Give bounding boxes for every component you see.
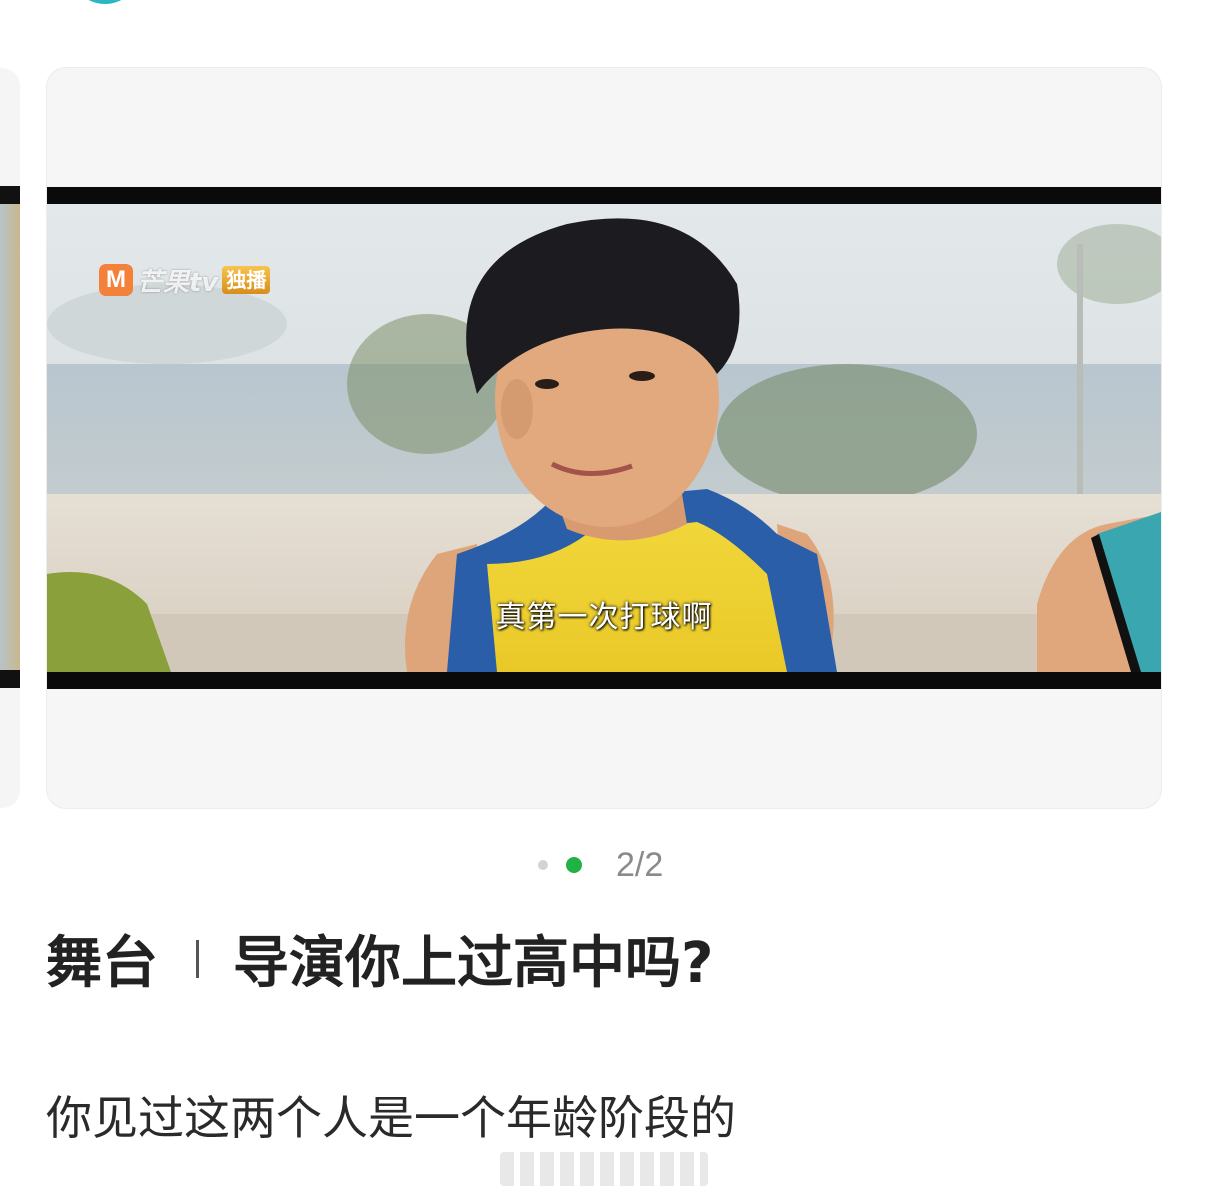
previous-image-card[interactable]	[0, 68, 20, 808]
post-body: 你见过这两个人是一个年龄阶段的	[46, 1091, 736, 1145]
title-divider	[196, 939, 199, 978]
carousel-pager: 2/2	[538, 846, 663, 884]
exclusive-badge: 独播	[222, 266, 271, 294]
page-dot-1[interactable]	[538, 860, 548, 870]
mango-tv-logo: M 芒果tv 独播	[99, 264, 271, 298]
logo-mark: M	[99, 264, 133, 296]
page-dot-2-active[interactable]	[566, 857, 582, 873]
avatar[interactable]	[70, 0, 140, 4]
title-prefix: 舞台	[46, 931, 158, 996]
logo-brand: 芒果tv	[137, 267, 219, 298]
watermark	[500, 1152, 708, 1186]
title-main: 导演你上过高中吗?	[233, 931, 714, 996]
page-indicator: 2/2	[616, 845, 664, 884]
previous-image	[0, 204, 20, 670]
video-still-frame: M 芒果tv 独播 真第一次打球啊	[47, 187, 1161, 689]
image-carousel-card[interactable]: M 芒果tv 独播 真第一次打球啊	[46, 67, 1162, 809]
post-title: 舞台 导演你上过高中吗?	[46, 918, 713, 999]
video-subtitle: 真第一次打球啊	[495, 600, 713, 635]
